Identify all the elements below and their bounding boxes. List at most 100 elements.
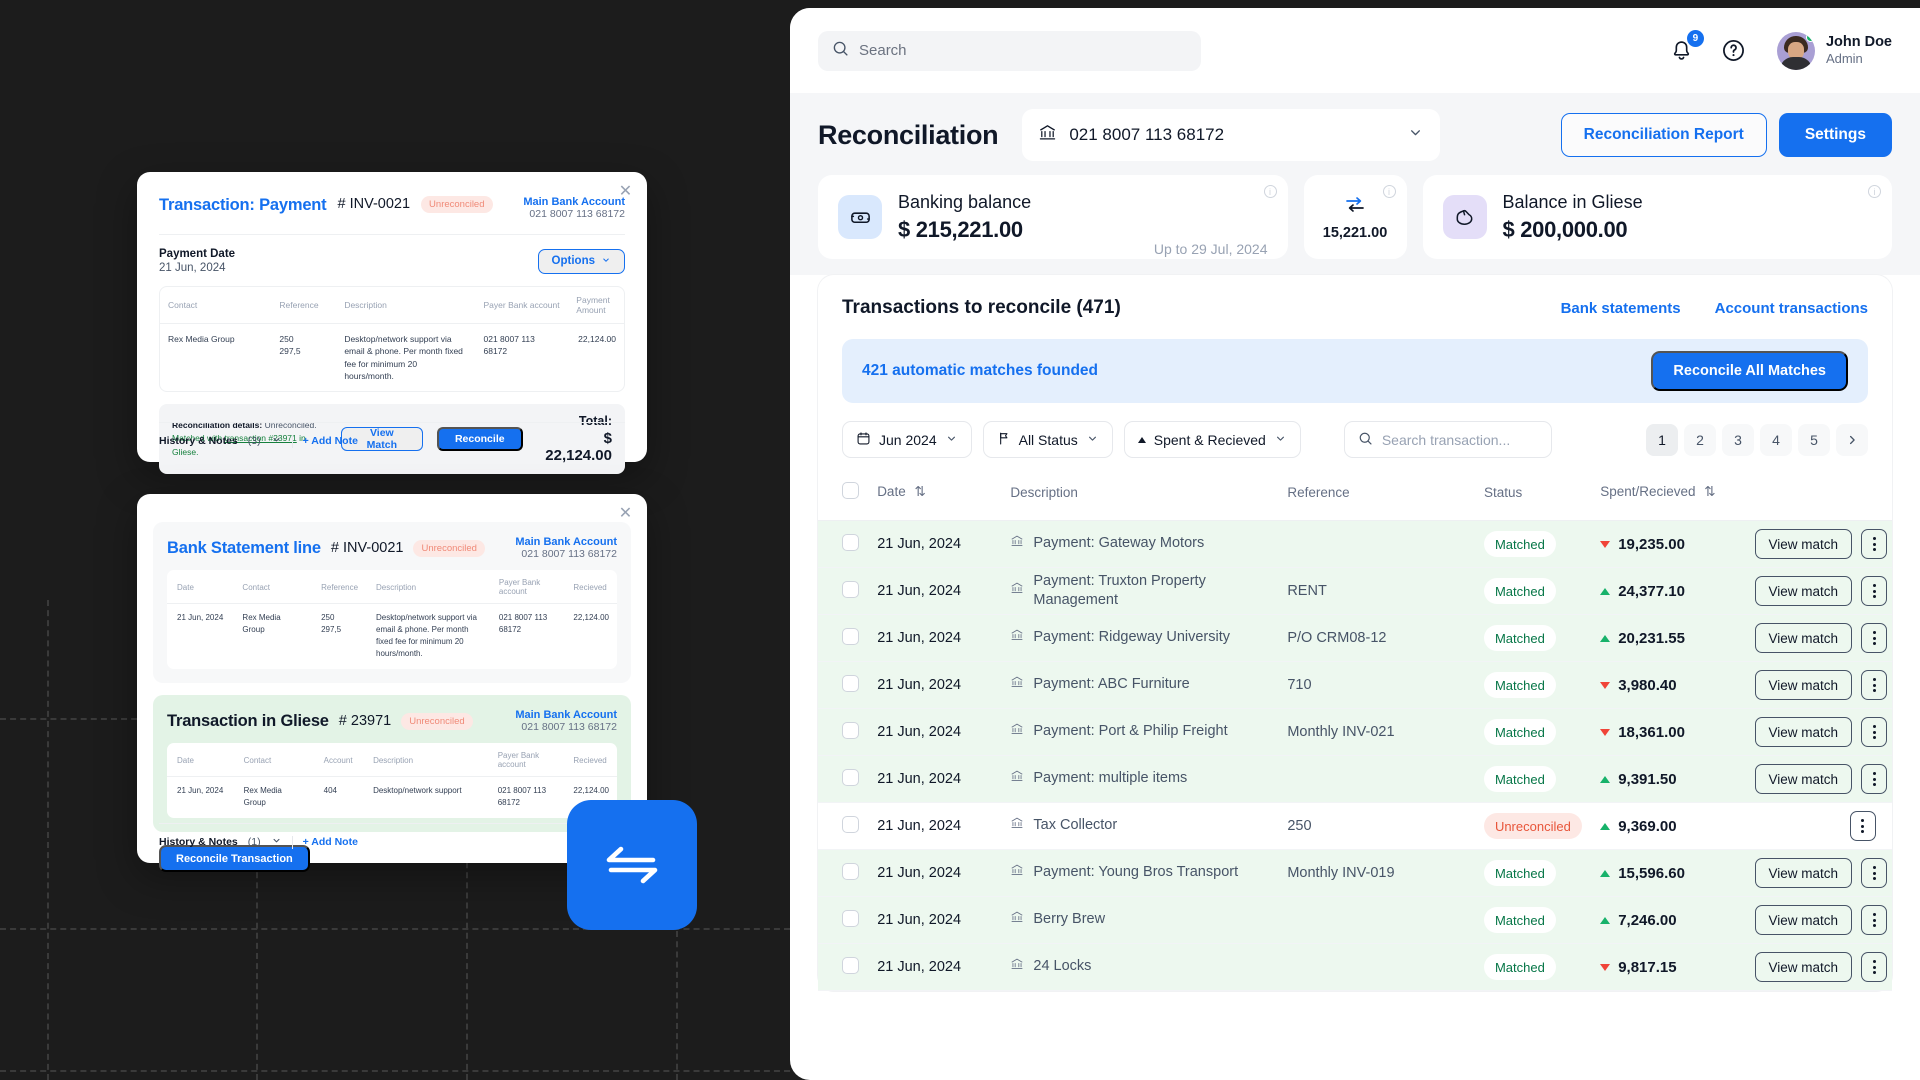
row-menu-button[interactable]	[1861, 576, 1888, 606]
payment-contact: Rex Media Group	[168, 334, 235, 344]
next-page-button[interactable]	[1836, 423, 1868, 456]
info-icon[interactable]: i	[1382, 185, 1396, 198]
view-match-button[interactable]: View match	[1754, 670, 1853, 700]
add-note-button[interactable]: + Add Note	[303, 836, 358, 848]
page-2-button[interactable]: 2	[1684, 423, 1716, 456]
table-row[interactable]: 21 Jun, 2024 Tax Collector 250 Unreconciled…	[818, 802, 1892, 850]
view-match-button[interactable]: View match	[1754, 952, 1853, 982]
row-menu-button[interactable]	[1861, 670, 1888, 700]
table-row[interactable]: 21 Jun, 2024 Berry Brew Matched 7,246.00 Vie…	[818, 896, 1892, 944]
help-button[interactable]	[1717, 34, 1751, 68]
description-text: Tax Collector	[1033, 817, 1118, 834]
status-badge: Matched	[1483, 531, 1556, 557]
row-checkbox[interactable]	[842, 815, 859, 833]
search-input[interactable]: Search	[818, 30, 1201, 71]
row-checkbox[interactable]	[842, 909, 859, 927]
bank-icon	[1010, 816, 1024, 836]
view-match-button[interactable]: View match	[1754, 764, 1853, 794]
row-menu-button[interactable]	[1861, 529, 1888, 559]
stat-card-gliese-balance[interactable]: i Balance in Gliese $ 200,000.00	[1422, 175, 1892, 259]
options-button[interactable]: Options	[537, 248, 625, 274]
info-icon[interactable]: i	[1868, 185, 1881, 198]
amount-value: 9,391.50	[1618, 770, 1677, 788]
payment-col-description: Description	[336, 287, 476, 324]
bank-statements-link[interactable]: Bank statements	[1561, 300, 1681, 317]
close-icon[interactable]: ✕	[618, 184, 633, 200]
table-row[interactable]: 21 Jun, 2024 Payment: Young Bros Transpor…	[818, 849, 1892, 897]
row-checkbox[interactable]	[842, 862, 859, 880]
account-transactions-link[interactable]: Account transactions	[1715, 300, 1868, 317]
row-checkbox[interactable]	[842, 533, 859, 551]
statement-col-contact: Contact	[232, 570, 312, 604]
sort-filter[interactable]: Spent & Recieved	[1123, 421, 1301, 458]
payment-payer-account: 021 8007 113 68172	[483, 334, 535, 357]
row-menu-button[interactable]	[1861, 952, 1888, 982]
view-match-button[interactable]: View match	[1754, 858, 1853, 888]
row-menu-button[interactable]	[1861, 623, 1888, 653]
view-match-button[interactable]: View match	[1754, 623, 1853, 653]
row-checkbox[interactable]	[842, 627, 859, 645]
row-menu-button[interactable]	[1849, 811, 1876, 841]
table-row[interactable]: 21 Jun, 2024 Payment: ABC Furniture 710 Mat…	[818, 661, 1892, 709]
close-icon[interactable]: ✕	[618, 506, 633, 522]
add-note-button[interactable]: + Add Note	[303, 435, 358, 447]
statement-contact: Rex Media Group	[242, 613, 281, 634]
stat-card-banking-balance[interactable]: i Banking balance $ 215,221.00 Up to 29 …	[818, 175, 1288, 259]
view-match-button[interactable]: View match	[1754, 905, 1853, 935]
statement-row: 21 Jun, 2024 Rex Media Group 250 297,5 D…	[167, 604, 617, 670]
row-checkbox[interactable]	[842, 721, 859, 739]
chevron-down-icon[interactable]	[271, 835, 282, 849]
row-menu-button[interactable]	[1861, 905, 1888, 935]
select-all-checkbox[interactable]	[842, 482, 859, 499]
table-row[interactable]: 21 Jun, 2024 24 Locks Matched 9,817.15 View …	[818, 943, 1892, 991]
chevron-down-icon[interactable]	[271, 434, 282, 448]
calendar-icon	[856, 431, 871, 449]
bank-icon	[1010, 957, 1024, 977]
status-filter[interactable]: All Status	[982, 421, 1113, 458]
payment-bank-number: 021 8007 113 68172	[529, 208, 625, 220]
table-row[interactable]: 21 Jun, 2024 Payment: Gateway Motors Match…	[818, 520, 1892, 568]
table-row[interactable]: 21 Jun, 2024 Payment: multiple items Match…	[818, 755, 1892, 803]
cell-status: Matched	[1483, 708, 1601, 756]
row-menu-button[interactable]	[1861, 717, 1888, 747]
table-row[interactable]: 21 Jun, 2024 Payment: Ridgeway University…	[818, 614, 1892, 662]
cell-description: Payment: Ridgeway University	[1010, 614, 1288, 662]
user-menu[interactable]: John Doe Admin	[1776, 31, 1892, 70]
row-select-cell	[818, 849, 878, 897]
view-match-button[interactable]: View match	[1754, 529, 1853, 559]
row-menu-button[interactable]	[1861, 764, 1888, 794]
cell-status: Matched	[1483, 614, 1601, 662]
row-checkbox[interactable]	[842, 674, 859, 692]
reconciliation-report-button[interactable]: Reconciliation Report	[1560, 113, 1767, 157]
transaction-search-input[interactable]: Search transaction...	[1343, 421, 1552, 458]
table-row[interactable]: 21 Jun, 2024 Payment: Truxton Property Ma…	[818, 567, 1892, 615]
reconcile-all-matches-button[interactable]: Reconcile All Matches	[1651, 351, 1848, 391]
triangle-up-icon	[1600, 775, 1611, 783]
column-date[interactable]: Date ⇅	[877, 472, 1011, 521]
table-row[interactable]: 21 Jun, 2024 Payment: Port & Philip Freig…	[818, 708, 1892, 756]
payment-date-value: 21 Jun, 2024	[159, 262, 226, 274]
period-filter[interactable]: Jun 2024	[842, 421, 972, 458]
page-1-button[interactable]: 1	[1646, 423, 1678, 456]
payment-bank-info: Main Bank Account 021 8007 113 68172	[523, 196, 625, 220]
column-amount[interactable]: Spent/Recieved ⇅	[1600, 472, 1755, 521]
row-checkbox[interactable]	[842, 956, 859, 974]
row-checkbox[interactable]	[842, 580, 859, 598]
view-match-button[interactable]: View match	[1754, 717, 1853, 747]
settings-button[interactable]: Settings	[1778, 113, 1892, 157]
transfer-swap-icon	[567, 800, 697, 930]
page-4-button[interactable]: 4	[1760, 423, 1792, 456]
statement-header-row: Date Contact Reference Description Payer…	[167, 570, 617, 604]
cell-reference: Monthly INV-019	[1287, 849, 1484, 897]
transaction-payment-card: ✕ Transaction: Payment # INV-0021 Unreco…	[137, 172, 647, 475]
statement-col-payer: Payer Bank account	[488, 570, 564, 604]
row-checkbox[interactable]	[842, 768, 859, 786]
stat-card-transfer[interactable]: i 15,221.00	[1303, 175, 1407, 259]
row-menu-button[interactable]	[1861, 858, 1888, 888]
view-match-button[interactable]: View match	[1754, 576, 1853, 606]
account-select[interactable]: 021 8007 113 68172	[1022, 109, 1441, 161]
page-3-button[interactable]: 3	[1722, 423, 1754, 456]
page-5-button[interactable]: 5	[1798, 423, 1830, 456]
notifications-button[interactable]: 9	[1665, 29, 1704, 68]
info-icon[interactable]: i	[1263, 185, 1277, 198]
